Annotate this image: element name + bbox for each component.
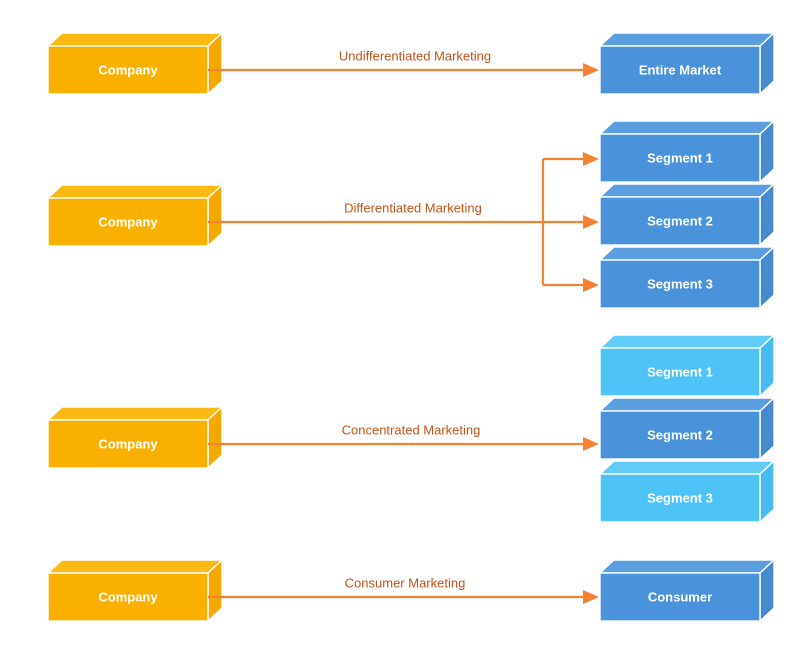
arrowhead-icon-segment-1 [583,152,599,166]
box-segment-3-concentrated[interactable]: Segment 3 [598,459,776,524]
edge-label-consumer: Consumer Marketing [345,575,466,590]
box-front-face [599,133,761,183]
box-top-face [598,397,776,412]
row-undifferentiated: Company Undifferentiated Marketing Entir… [46,31,776,96]
box-company-row2[interactable]: Company [46,183,224,248]
box-front-face [599,473,761,523]
box-top-face [598,334,776,349]
box-front-face [47,572,209,622]
box-top-face [598,559,776,574]
connector-undifferentiated [208,63,599,77]
arrowhead-icon [583,590,599,604]
connector-consumer [208,590,599,604]
row-concentrated: Company Concentrated Marketing Segment 1… [46,333,776,524]
box-front-face [599,347,761,397]
box-segment-1-concentrated[interactable]: Segment 1 [598,333,776,398]
connector-concentrated [208,437,599,451]
arrowhead-icon [583,437,599,451]
connector-differentiated [208,152,599,292]
box-company-row3[interactable]: Company [46,405,224,470]
box-company-row4[interactable]: Company [46,558,224,623]
edge-label-concentrated: Concentrated Marketing [342,422,481,437]
box-segment-3-differentiated[interactable]: Segment 3 [598,245,776,310]
box-top-face [598,246,776,261]
box-top-face [598,120,776,135]
box-front-face [599,45,761,95]
box-front-face [599,410,761,460]
box-front-face [47,45,209,95]
box-consumer[interactable]: Consumer [598,558,776,623]
arrowhead-icon [583,63,599,77]
box-front-face [47,419,209,469]
row-differentiated: Company Differentiated Marketing Segment… [46,119,776,310]
box-segment-2-differentiated[interactable]: Segment 2 [598,182,776,247]
diagram-canvas: Company Undifferentiated Marketing Entir… [46,31,776,623]
row-consumer: Company Consumer Marketing Consumer [46,558,776,623]
box-front-face [599,572,761,622]
arrowhead-icon-segment-2 [583,215,599,229]
box-front-face [599,259,761,309]
box-company-row1[interactable]: Company [46,31,224,96]
box-segment-2-concentrated[interactable]: Segment 2 [598,396,776,461]
box-top-face [598,460,776,475]
box-front-face [47,197,209,247]
box-top-face [598,32,776,47]
box-top-face [46,559,224,574]
box-entire-market[interactable]: Entire Market [598,31,776,96]
box-segment-1-differentiated[interactable]: Segment 1 [598,119,776,184]
box-top-face [598,183,776,198]
box-top-face [46,406,224,421]
edge-label-undifferentiated: Undifferentiated Marketing [339,48,491,63]
box-front-face [599,196,761,246]
marketing-strategies-diagram: Company Undifferentiated Marketing Entir… [0,0,802,656]
edge-label-differentiated: Differentiated Marketing [344,200,482,215]
arrowhead-icon-segment-3 [583,278,599,292]
box-top-face [46,32,224,47]
box-top-face [46,184,224,199]
